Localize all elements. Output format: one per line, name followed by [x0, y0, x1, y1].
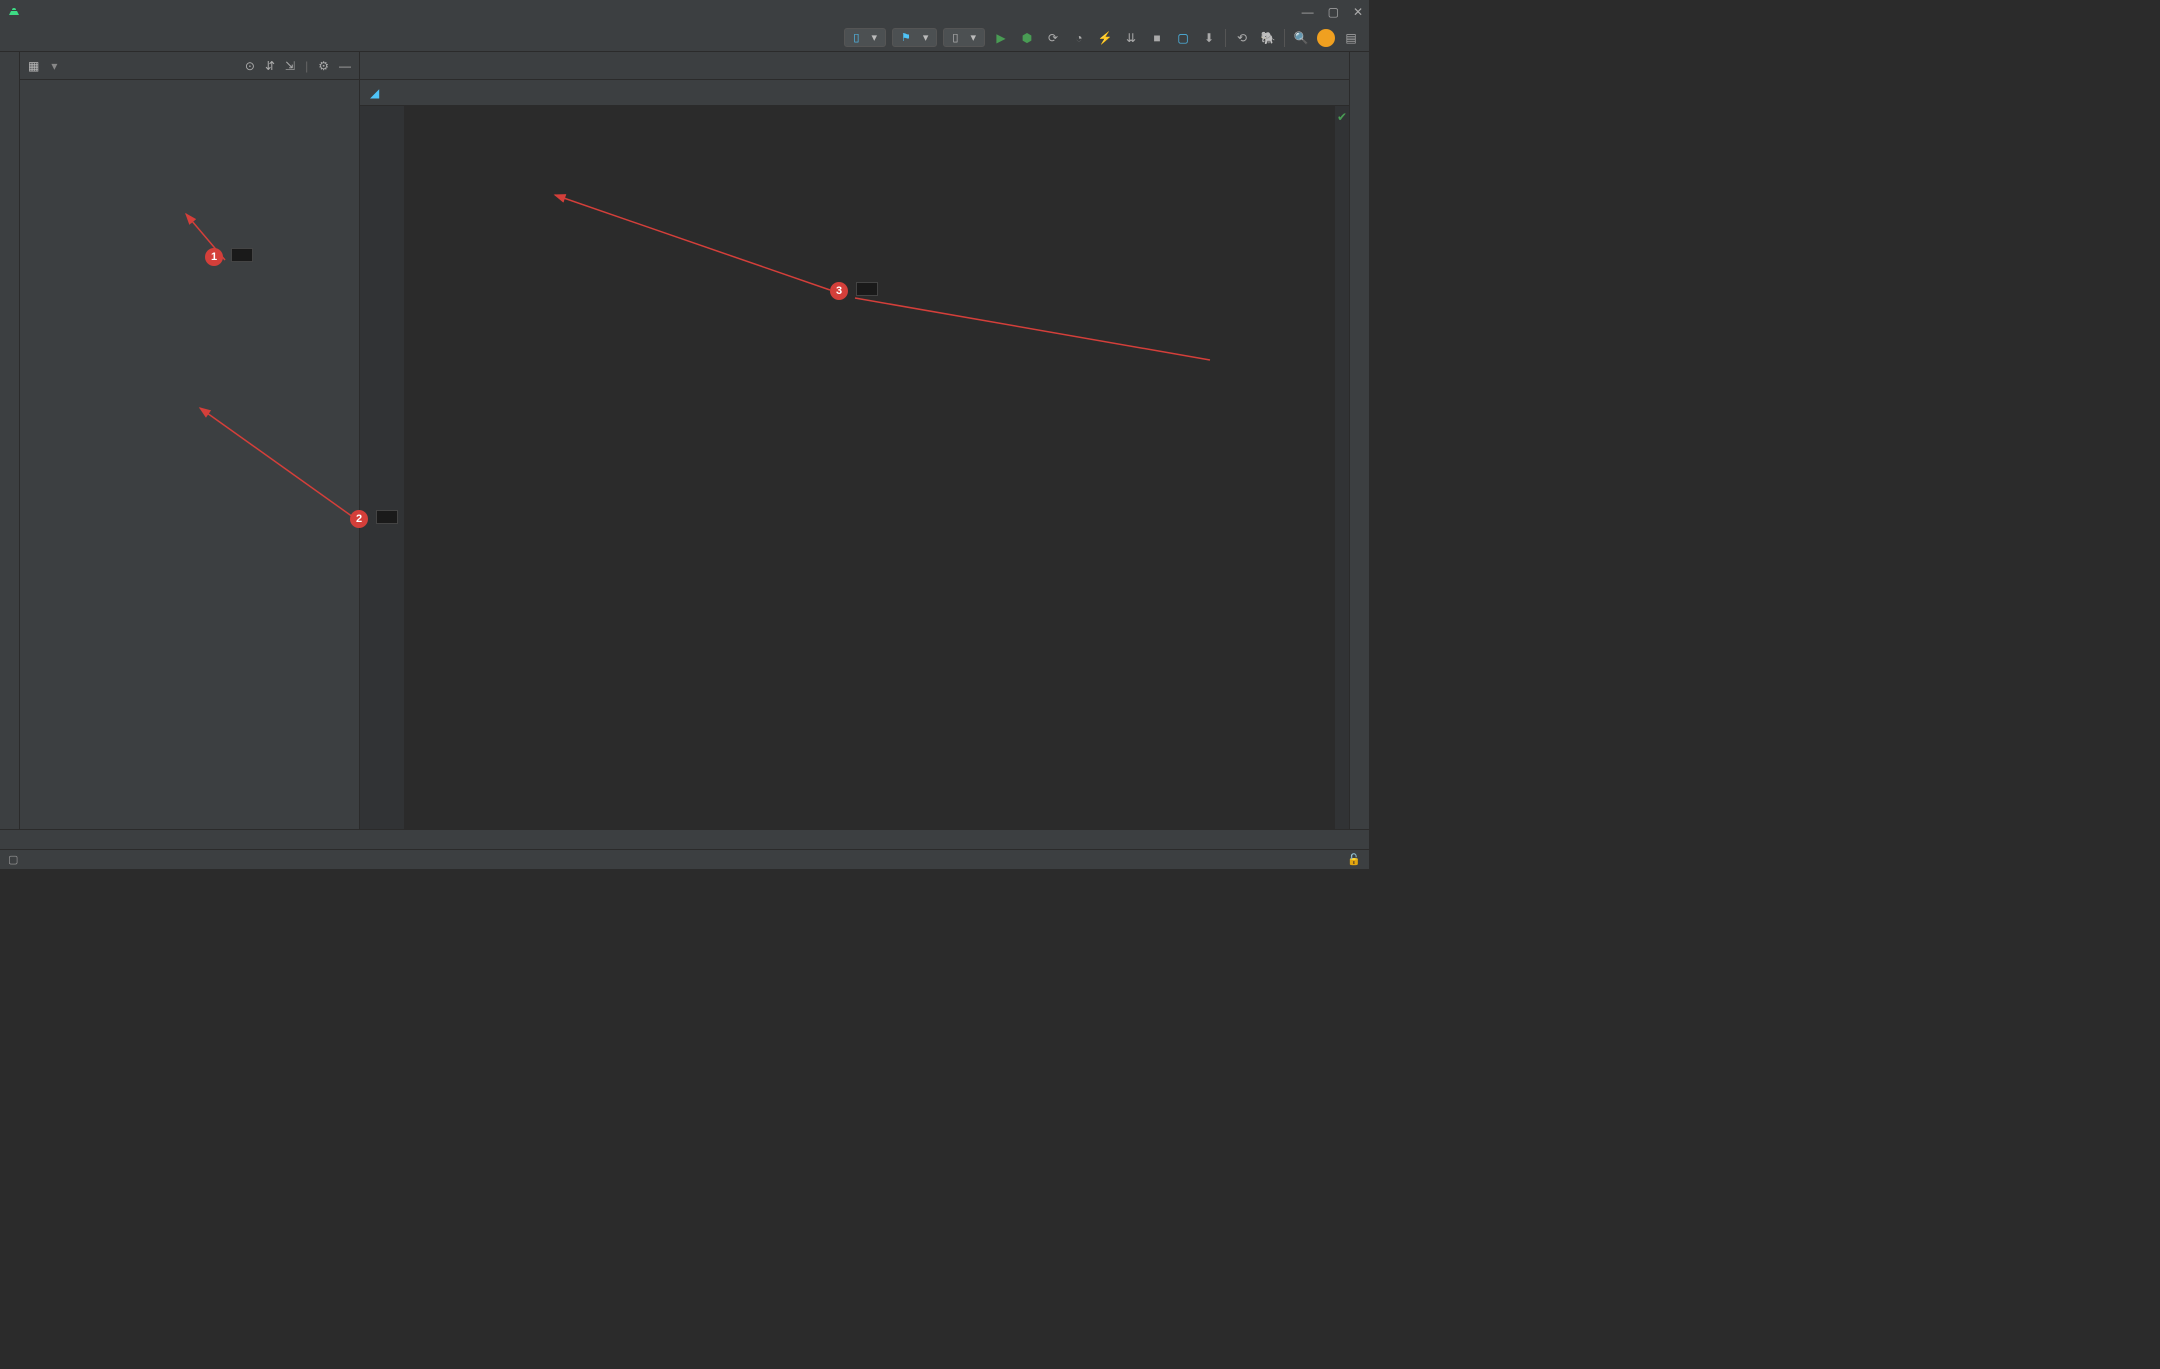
chevron-down-icon[interactable]: ▾: [51, 59, 57, 73]
annotation-badge: 1: [205, 248, 223, 266]
search-button[interactable]: 🔍: [1291, 28, 1311, 48]
maximize-button[interactable]: ▢: [1328, 5, 1339, 19]
run-config-selector[interactable]: ⚑ ▾: [892, 28, 937, 47]
gear-icon[interactable]: ⚙: [318, 59, 329, 73]
minimize-button[interactable]: —: [1302, 5, 1314, 19]
left-tool-gutter: [0, 52, 20, 829]
user-avatar[interactable]: [1317, 29, 1335, 47]
annotation-3: 3: [830, 282, 878, 300]
settings-icon[interactable]: ▤: [1341, 28, 1361, 48]
elephant-icon[interactable]: 🐘: [1258, 28, 1278, 48]
editor-area: ◢ ✔: [360, 52, 1349, 829]
frameworks-icon: ▢: [8, 853, 18, 866]
annotation-2: 2: [350, 510, 398, 528]
chevron-down-icon: ▾: [871, 31, 877, 44]
project-icon: ▦: [28, 59, 39, 73]
editor-tabs: [360, 52, 1349, 80]
line-gutter: [360, 106, 404, 829]
phone-icon: ▯: [952, 31, 958, 44]
collapse-button[interactable]: ⇲: [285, 59, 295, 73]
project-tree: [20, 80, 359, 829]
avd-button[interactable]: ▢: [1173, 28, 1193, 48]
annotation-badge: 3: [830, 282, 848, 300]
attach-button[interactable]: ⇊: [1121, 28, 1141, 48]
project-panel: ▦ ▾ ⊙ ⇵ ⇲ | ⚙ —: [20, 52, 360, 829]
sdk-button[interactable]: ⬇: [1199, 28, 1219, 48]
readonly-icon[interactable]: 🔓: [1347, 853, 1361, 866]
status-bar: ▢ 🔓: [0, 849, 1369, 869]
flutter-icon: ◢: [370, 86, 379, 100]
run-button[interactable]: ▶: [991, 28, 1011, 48]
inspection-gutter: ✔: [1335, 106, 1349, 829]
code-editor[interactable]: ✔: [360, 106, 1349, 829]
annotation-text: [231, 248, 253, 262]
navigation-bar: ▯ ▾ ⚑ ▾ ▯ ▾ ▶ ⬢ ⟳ ◔ ⚡ ⇊ ■ ▢ ⬇ ⟲ 🐘 🔍 ▤: [0, 24, 1369, 52]
app-logo-icon: [6, 4, 22, 20]
annotation-badge: 2: [350, 510, 368, 528]
hot-reload-button[interactable]: ⚡: [1095, 28, 1115, 48]
code-content[interactable]: [404, 106, 1335, 829]
window-controls: — ▢ ✕: [1302, 5, 1363, 19]
phone-icon: ▯: [853, 31, 859, 44]
stop-button[interactable]: ■: [1147, 28, 1167, 48]
select-opened-button[interactable]: ⊙: [245, 59, 255, 73]
device-selector[interactable]: ▯ ▾: [844, 28, 886, 47]
chevron-down-icon: ▾: [923, 31, 929, 44]
profile-button[interactable]: ◔: [1069, 28, 1089, 48]
hide-panel-button[interactable]: —: [339, 59, 351, 73]
debug-button[interactable]: ⬢: [1017, 28, 1037, 48]
annotation-1: 1: [205, 248, 253, 266]
flutter-icon: ⚑: [901, 31, 911, 44]
sync-button[interactable]: ⟲: [1232, 28, 1252, 48]
chevron-down-icon: ▾: [970, 31, 976, 44]
annotation-text: [856, 282, 878, 296]
close-button[interactable]: ✕: [1353, 5, 1363, 19]
emulator-selector[interactable]: ▯ ▾: [943, 28, 985, 47]
check-icon: ✔: [1335, 106, 1349, 128]
coverage-button[interactable]: ⟳: [1043, 28, 1063, 48]
annotation-text: [376, 510, 398, 524]
expand-button[interactable]: ⇵: [265, 59, 275, 73]
flutter-commands-banner: ◢: [360, 80, 1349, 106]
bottom-toolbar: [0, 829, 1369, 849]
titlebar: — ▢ ✕: [0, 0, 1369, 24]
right-tool-gutter: [1349, 52, 1369, 829]
